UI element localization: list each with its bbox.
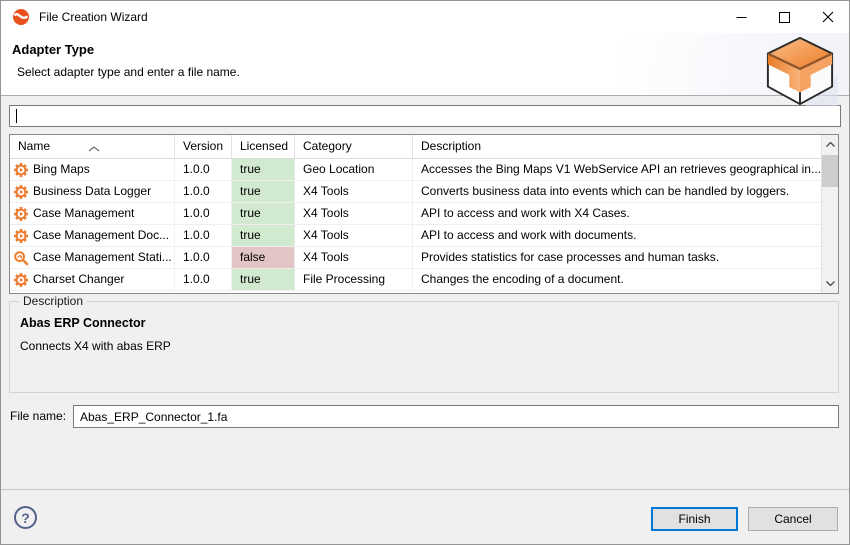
page-subtitle: Select adapter type and enter a file nam… (17, 65, 240, 79)
x4-cube-logo (760, 35, 840, 107)
vertical-scrollbar[interactable] (821, 135, 838, 293)
file-creation-wizard-dialog: File Creation Wizard Adapter Type Select… (0, 0, 850, 545)
minimize-icon (736, 12, 747, 23)
scrollbar-thumb[interactable] (822, 155, 838, 187)
selected-adapter-description: Connects X4 with abas ERP (20, 339, 838, 353)
maximize-button[interactable] (763, 1, 806, 33)
scroll-up-icon[interactable] (822, 136, 838, 153)
minimize-button[interactable] (720, 1, 763, 33)
table-row[interactable]: Case Management 1.0.0 true X4 Tools API … (10, 203, 821, 225)
text-caret (16, 109, 17, 123)
table-header: Name Version Licensed Category Descripti… (10, 135, 821, 159)
magnifier-icon (13, 250, 29, 266)
file-name-label: File name: (10, 409, 66, 423)
selected-adapter-title: Abas ERP Connector (20, 316, 838, 330)
wizard-banner: Adapter Type Select adapter type and ent… (1, 33, 849, 96)
description-group-label: Description (19, 294, 87, 308)
gear-icon (13, 162, 29, 178)
gear-icon (13, 206, 29, 222)
page-title: Adapter Type (12, 42, 94, 57)
window-title: File Creation Wizard (39, 10, 148, 24)
description-group: Description Abas ERP Connector Connects … (9, 301, 839, 393)
column-header-version[interactable]: Version (175, 135, 232, 158)
cancel-button[interactable]: Cancel (748, 507, 838, 531)
table-row[interactable]: Business Data Logger 1.0.0 true X4 Tools… (10, 181, 821, 203)
close-icon (822, 11, 834, 23)
button-bar: ? Finish Cancel (1, 489, 849, 544)
gear-icon (13, 228, 29, 244)
wizard-content: Name Version Licensed Category Descripti… (1, 97, 849, 491)
adapter-table: Name Version Licensed Category Descripti… (9, 134, 839, 294)
table-row[interactable]: Case Management Stati... 1.0.0 false X4 … (10, 247, 821, 269)
scroll-down-icon[interactable] (822, 275, 838, 292)
finish-button[interactable]: Finish (651, 507, 738, 531)
sort-ascending-icon (88, 137, 100, 158)
column-header-name[interactable]: Name (10, 135, 175, 158)
table-row[interactable]: Case Management Doc... 1.0.0 true X4 Too… (10, 225, 821, 247)
column-header-licensed[interactable]: Licensed (232, 135, 295, 158)
adapter-filter (9, 105, 841, 127)
wizard-app-icon (12, 8, 30, 26)
question-mark-icon: ? (21, 510, 30, 526)
close-button[interactable] (806, 1, 849, 33)
table-row[interactable]: Charset Changer 1.0.0 true File Processi… (10, 269, 821, 291)
maximize-icon (779, 12, 790, 23)
help-button[interactable]: ? (14, 506, 37, 529)
search-input[interactable] (9, 105, 841, 127)
column-header-description[interactable]: Description (413, 135, 821, 158)
table-row[interactable]: Bing Maps 1.0.0 true Geo Location Access… (10, 159, 821, 181)
column-header-category[interactable]: Category (295, 135, 413, 158)
title-bar: File Creation Wizard (1, 1, 849, 33)
gear-icon (13, 272, 29, 288)
gear-icon (13, 184, 29, 200)
table-body: Bing Maps 1.0.0 true Geo Location Access… (10, 159, 838, 291)
file-name-input[interactable] (73, 405, 839, 428)
